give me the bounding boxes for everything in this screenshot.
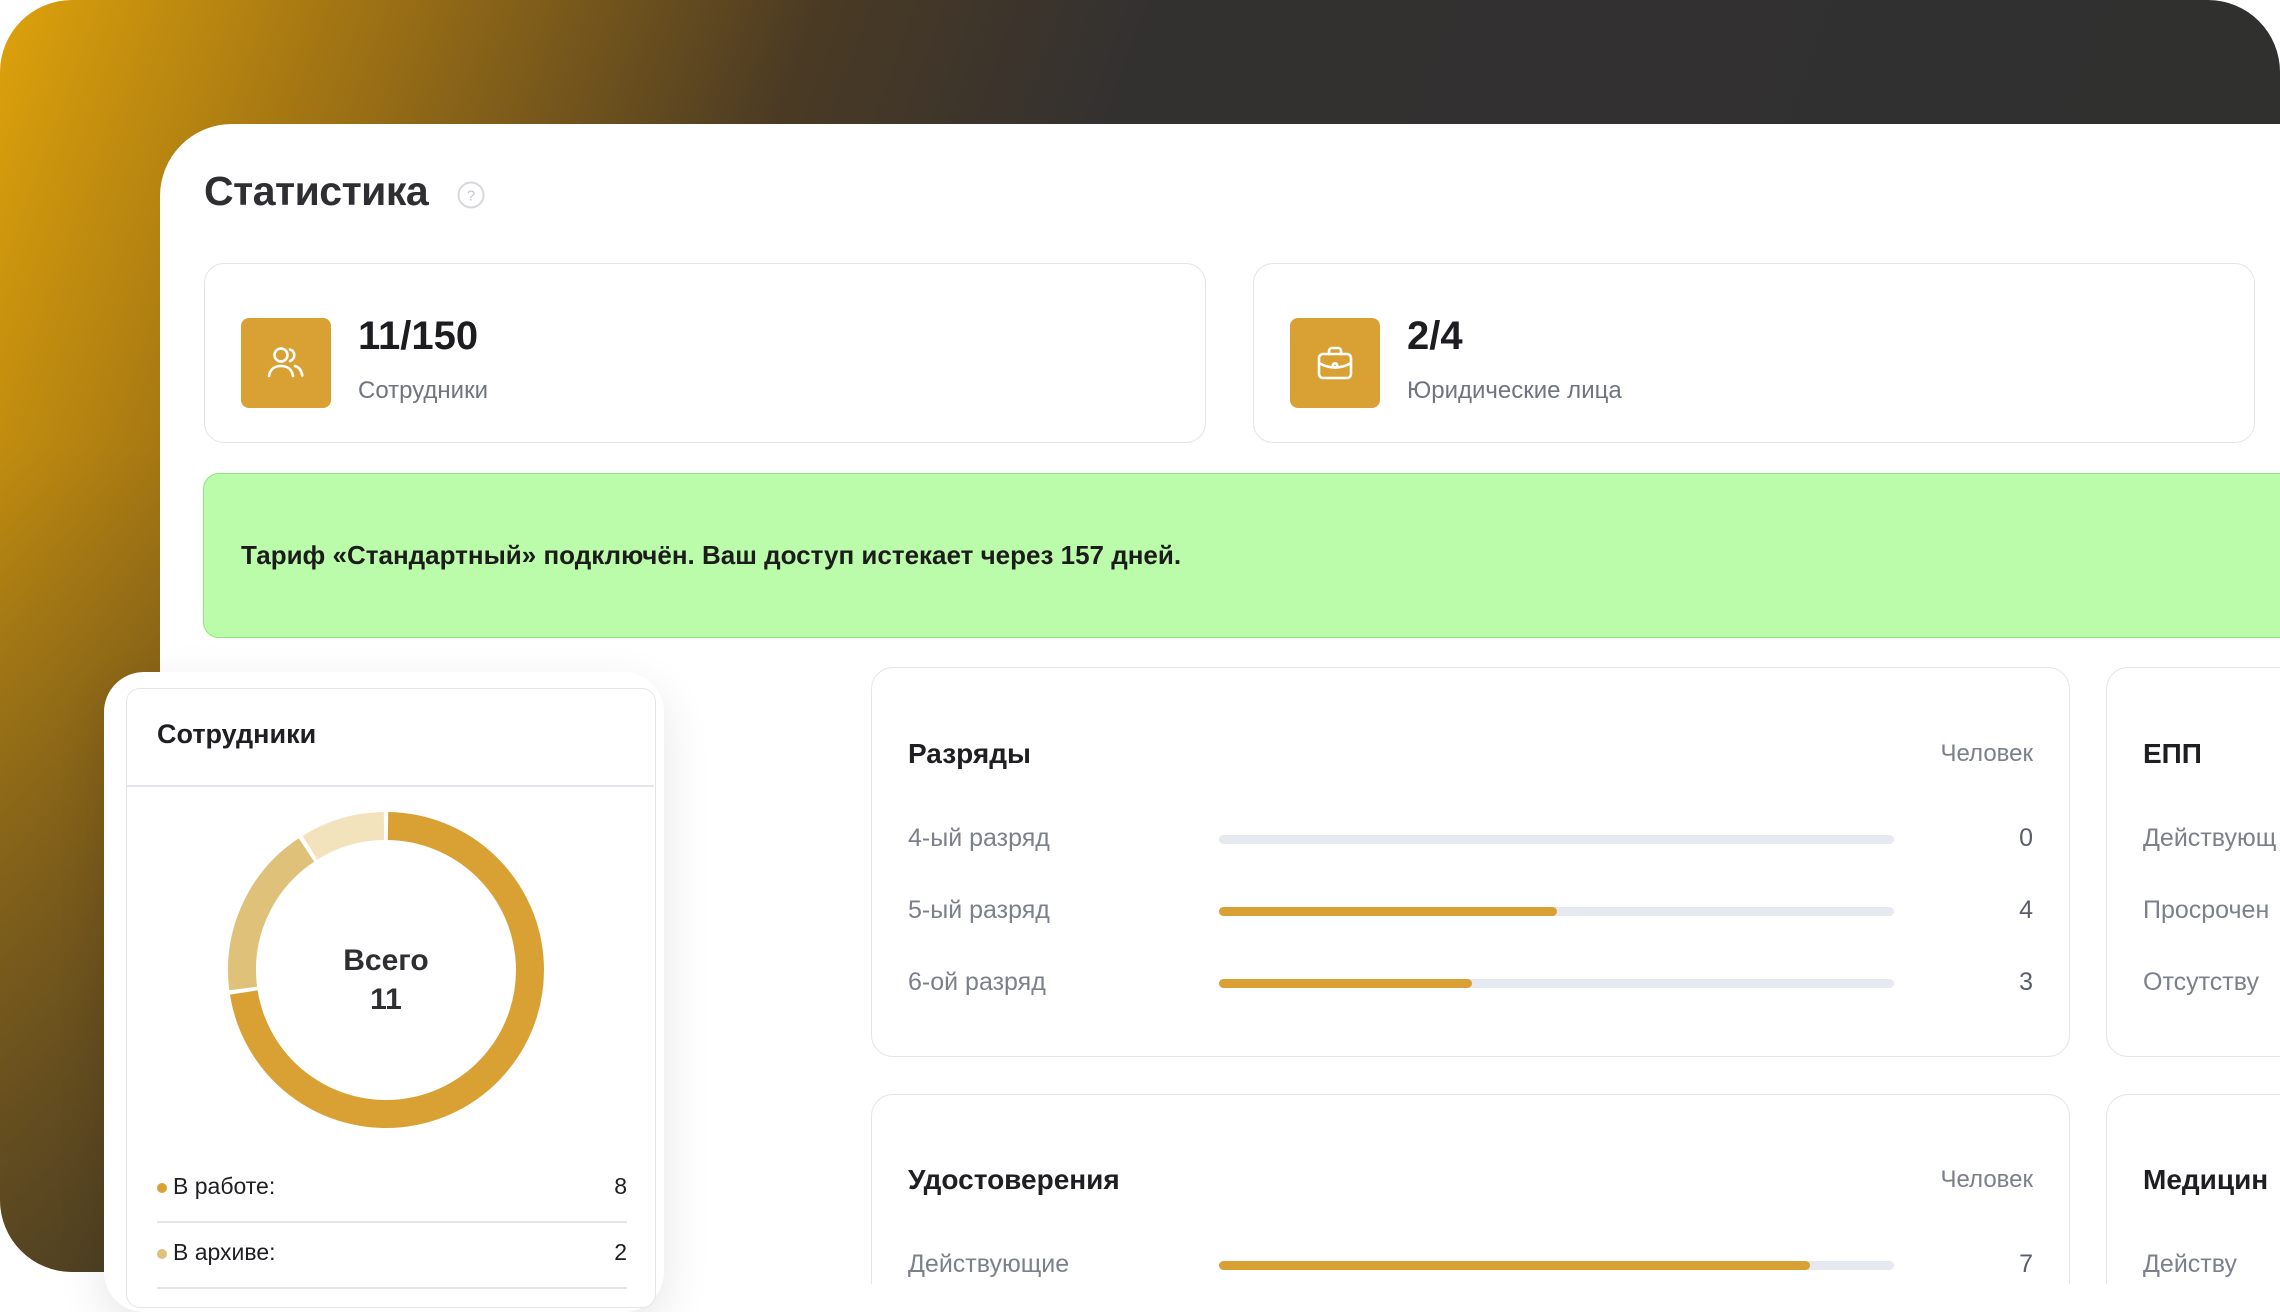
legend-value: 8: [614, 1173, 627, 1199]
question-circle-icon[interactable]: ?: [457, 181, 485, 209]
rank-label: 4-ый разряд: [908, 824, 1050, 852]
stat-card-legal-entities[interactable]: 2/4 Юридические лица: [1253, 263, 2255, 443]
legend-label: В работе:: [173, 1173, 276, 1199]
stat-label: Сотрудники: [358, 377, 488, 404]
epp-label: Отсутству: [2143, 968, 2259, 996]
medical-panel: Медицин Действу: [2106, 1094, 2280, 1284]
rank-value: 0: [2019, 824, 2033, 852]
rank-label: 5-ый разряд: [908, 896, 1050, 924]
legend-value: 2: [614, 1239, 627, 1265]
svg-text:?: ?: [467, 188, 475, 205]
divider: [157, 1221, 627, 1223]
progress-fill: [1219, 907, 1557, 916]
panel-title: ЕПП: [2143, 738, 2202, 769]
progress-bar: [1219, 835, 1894, 844]
ranks-panel: Разряды Человек 4-ый разряд 0 5-ый разря…: [871, 667, 2070, 1057]
progress-bar: [1219, 1261, 1894, 1270]
page-title: Статистика: [204, 168, 429, 214]
stat-value: 11/150: [358, 314, 479, 358]
certificate-label: Действующие: [908, 1250, 1070, 1278]
tariff-text: Тариф «Стандартный» подключён. Ваш досту…: [241, 540, 1182, 570]
legend-dot: [157, 1249, 167, 1259]
divider: [127, 785, 654, 787]
progress-bar: [1219, 907, 1894, 916]
users-icon: [241, 318, 331, 408]
stat-label: Юридические лица: [1407, 377, 1622, 404]
rank-value: 3: [2019, 968, 2033, 996]
rank-label: 6-ой разряд: [908, 968, 1046, 996]
epp-label: Просрочен: [2143, 896, 2270, 924]
panel-title: Медицин: [2143, 1164, 2269, 1195]
certificate-value: 7: [2019, 1250, 2033, 1278]
legend-item: В работе: 8: [157, 1161, 627, 1223]
panel-unit: Человек: [1940, 1166, 2034, 1193]
progress-fill: [1219, 979, 1473, 988]
legend-item: В архиве: 2: [157, 1227, 627, 1289]
stat-card-employees[interactable]: 11/150 Сотрудники: [204, 263, 1206, 443]
progress-fill: [1219, 1261, 1810, 1270]
tariff-banner: Тариф «Стандартный» подключён. Ваш досту…: [203, 473, 2280, 638]
briefcase-icon: [1290, 318, 1380, 408]
panel-title: Сотрудники: [157, 719, 317, 749]
donut-total-value: 11: [370, 983, 402, 1016]
donut-center-label: Всего 11: [227, 941, 545, 1019]
employees-floating-card: Сотрудники Всего 11 В работе: 8 В архиве…: [104, 672, 664, 1312]
legend-label: В архиве:: [173, 1239, 276, 1265]
rank-value: 4: [2019, 896, 2033, 924]
employees-panel: Сотрудники Всего 11 В работе: 8 В архиве…: [126, 688, 656, 1308]
donut-segment-2: [302, 812, 385, 860]
stat-value: 2/4: [1407, 314, 1463, 358]
panel-title: Разряды: [908, 738, 1031, 769]
panel-title: Удостоверения: [908, 1164, 1120, 1195]
epp-label: Действующ: [2143, 824, 2277, 852]
panel-unit: Человек: [1940, 740, 2034, 767]
progress-bar: [1219, 979, 1894, 988]
legend-dot: [157, 1183, 167, 1193]
donut-total-label: Всего: [343, 944, 429, 977]
epp-panel: ЕПП Действующ Просрочен Отсутству: [2106, 667, 2280, 1057]
medical-label: Действу: [2143, 1250, 2237, 1278]
divider: [157, 1287, 627, 1289]
certificates-panel: Удостоверения Человек Действующие 7: [871, 1094, 2070, 1284]
